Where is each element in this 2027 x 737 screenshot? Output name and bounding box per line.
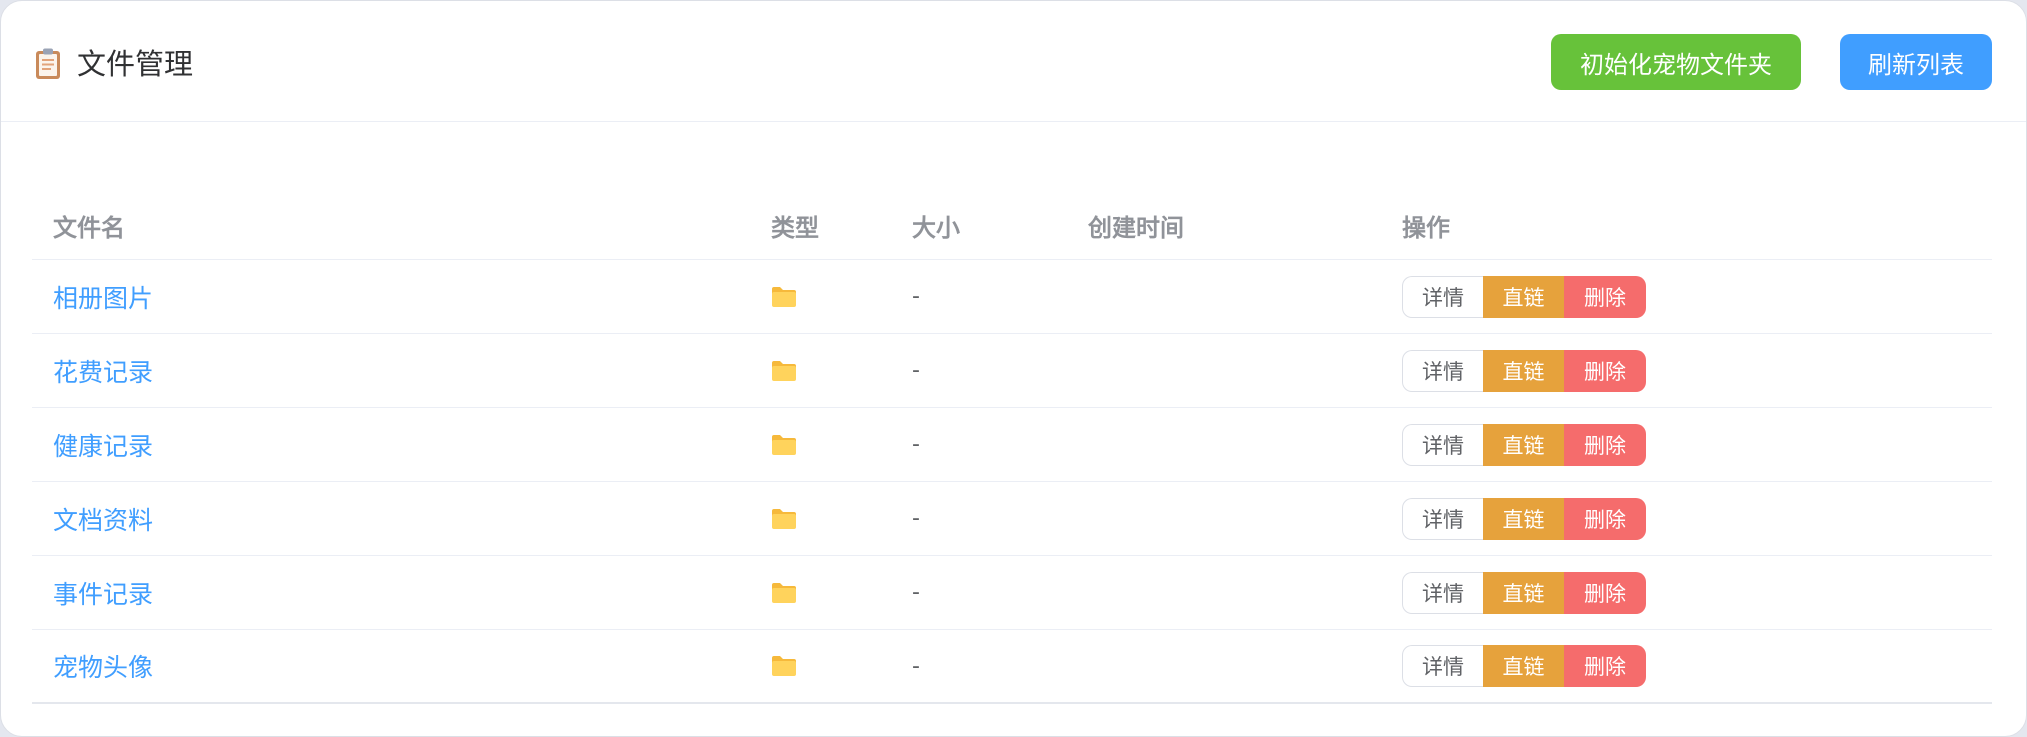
delete-button[interactable]: 删除 <box>1564 275 1646 318</box>
detail-button[interactable]: 详情 <box>1402 645 1483 687</box>
file-name-link[interactable]: 健康记录 <box>53 432 153 461</box>
column-header-name: 文件名 <box>53 213 125 242</box>
row-actions: 详情 直链 删除 <box>1402 645 1992 687</box>
direct-link-button[interactable]: 直链 <box>1483 571 1564 614</box>
direct-link-button[interactable]: 直链 <box>1483 275 1564 318</box>
delete-button[interactable]: 删除 <box>1564 645 1646 687</box>
file-name-link[interactable]: 宠物头像 <box>53 653 153 682</box>
column-header-created: 创建时间 <box>1088 213 1184 242</box>
table-header: 文件名 类型 大小 创建时间 操作 <box>32 191 1992 260</box>
detail-button[interactable]: 详情 <box>1402 349 1483 392</box>
table-row: 健康记录 - 详情 直链 删除 <box>32 408 1992 482</box>
delete-button[interactable]: 删除 <box>1564 571 1646 614</box>
table-row: 宠物头像 - 详情 直链 删除 <box>32 630 1992 704</box>
table-row: 文档资料 - 详情 直链 删除 <box>32 482 1992 556</box>
file-size: - <box>912 580 920 605</box>
delete-button[interactable]: 删除 <box>1564 423 1646 466</box>
file-size: - <box>912 284 920 309</box>
table-row: 事件记录 - 详情 直链 删除 <box>32 556 1992 630</box>
detail-button[interactable]: 详情 <box>1402 571 1483 614</box>
folder-icon <box>772 434 796 455</box>
row-actions: 详情 直链 删除 <box>1402 423 1992 466</box>
row-actions: 详情 直链 删除 <box>1402 275 1992 318</box>
direct-link-button[interactable]: 直链 <box>1483 349 1564 392</box>
page-title-text: 文件管理 <box>77 47 194 81</box>
init-pet-folders-button[interactable]: 初始化宠物文件夹 <box>1551 34 1801 90</box>
table-row: 花费记录 - 详情 直链 删除 <box>32 334 1992 408</box>
folder-icon <box>772 582 796 603</box>
folder-icon <box>772 508 796 529</box>
page-title: 文件管理 <box>35 44 193 84</box>
clipboard-icon <box>36 48 60 79</box>
column-header-actions: 操作 <box>1402 213 1450 242</box>
file-name-link[interactable]: 事件记录 <box>53 580 153 609</box>
folder-icon <box>772 656 796 676</box>
direct-link-button[interactable]: 直链 <box>1483 645 1564 687</box>
refresh-list-button[interactable]: 刷新列表 <box>1840 34 1992 90</box>
direct-link-button[interactable]: 直链 <box>1483 423 1564 466</box>
table-row: 相册图片 - 详情 直链 删除 <box>32 260 1992 334</box>
file-management-card: 文件管理 初始化宠物文件夹 刷新列表 文件名 类型 大小 创建时间 操作 相册图… <box>0 0 2027 737</box>
folder-icon <box>772 286 796 307</box>
table-body: 相册图片 - 详情 直链 删除 花费记录 - 详情 直链 删除 健康记录 - 详… <box>32 260 1992 704</box>
delete-button[interactable]: 删除 <box>1564 497 1646 540</box>
file-size: - <box>912 358 920 383</box>
row-actions: 详情 直链 删除 <box>1402 497 1992 540</box>
file-name-link[interactable]: 花费记录 <box>53 358 153 387</box>
file-table: 文件名 类型 大小 创建时间 操作 相册图片 - 详情 直链 删除 花费记录 -… <box>32 191 1992 704</box>
file-name-link[interactable]: 文档资料 <box>53 506 153 535</box>
row-actions: 详情 直链 删除 <box>1402 349 1992 392</box>
file-size: - <box>912 653 920 679</box>
detail-button[interactable]: 详情 <box>1402 497 1483 540</box>
folder-icon <box>772 360 796 381</box>
column-header-type: 类型 <box>771 213 819 242</box>
column-header-size: 大小 <box>912 213 960 242</box>
card-header: 文件管理 初始化宠物文件夹 刷新列表 <box>1 1 2026 122</box>
detail-button[interactable]: 详情 <box>1402 423 1483 466</box>
detail-button[interactable]: 详情 <box>1402 275 1483 318</box>
delete-button[interactable]: 删除 <box>1564 349 1646 392</box>
file-name-link[interactable]: 相册图片 <box>53 284 153 313</box>
direct-link-button[interactable]: 直链 <box>1483 497 1564 540</box>
file-size: - <box>912 432 920 457</box>
row-actions: 详情 直链 删除 <box>1402 571 1992 614</box>
file-size: - <box>912 506 920 531</box>
